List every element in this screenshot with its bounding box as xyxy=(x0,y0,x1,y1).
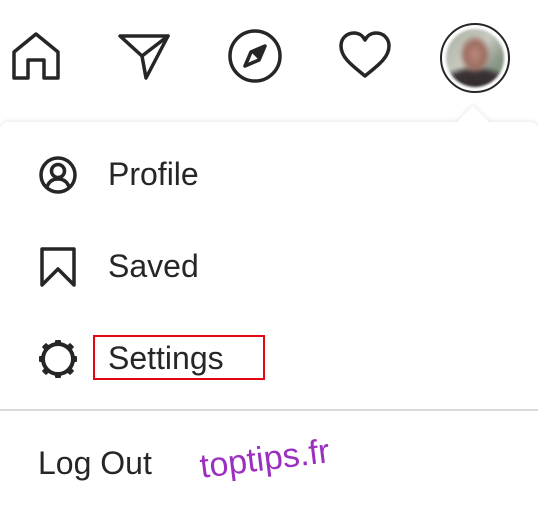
log-out-button[interactable]: Log Out xyxy=(38,443,152,483)
heart-icon[interactable] xyxy=(337,28,393,84)
menu-item-label: Profile xyxy=(108,156,199,192)
avatar xyxy=(446,29,504,87)
menu-item-saved[interactable]: Saved xyxy=(0,220,538,310)
send-icon[interactable] xyxy=(116,28,172,84)
compass-icon-graphic xyxy=(228,29,282,83)
send-icon-graphic xyxy=(118,34,170,80)
menu-item-label: Saved xyxy=(108,248,199,284)
explore-compass-icon[interactable] xyxy=(227,28,283,84)
menu-item-settings[interactable]: Settings xyxy=(0,312,538,402)
settings-highlight-box xyxy=(93,335,265,380)
heart-icon-graphic xyxy=(339,31,391,78)
user-circle-icon xyxy=(38,155,78,195)
bookmark-icon xyxy=(38,247,78,287)
menu-divider xyxy=(0,409,538,411)
home-icon-graphic xyxy=(12,32,60,80)
profile-avatar-button[interactable] xyxy=(440,23,510,93)
gear-icon xyxy=(38,339,78,379)
menu-item-profile[interactable]: Profile xyxy=(0,128,538,218)
instagram-profile-menu-screen: Profile Saved Settings Log Out toptips.f… xyxy=(0,0,538,505)
home-icon[interactable] xyxy=(8,28,64,84)
